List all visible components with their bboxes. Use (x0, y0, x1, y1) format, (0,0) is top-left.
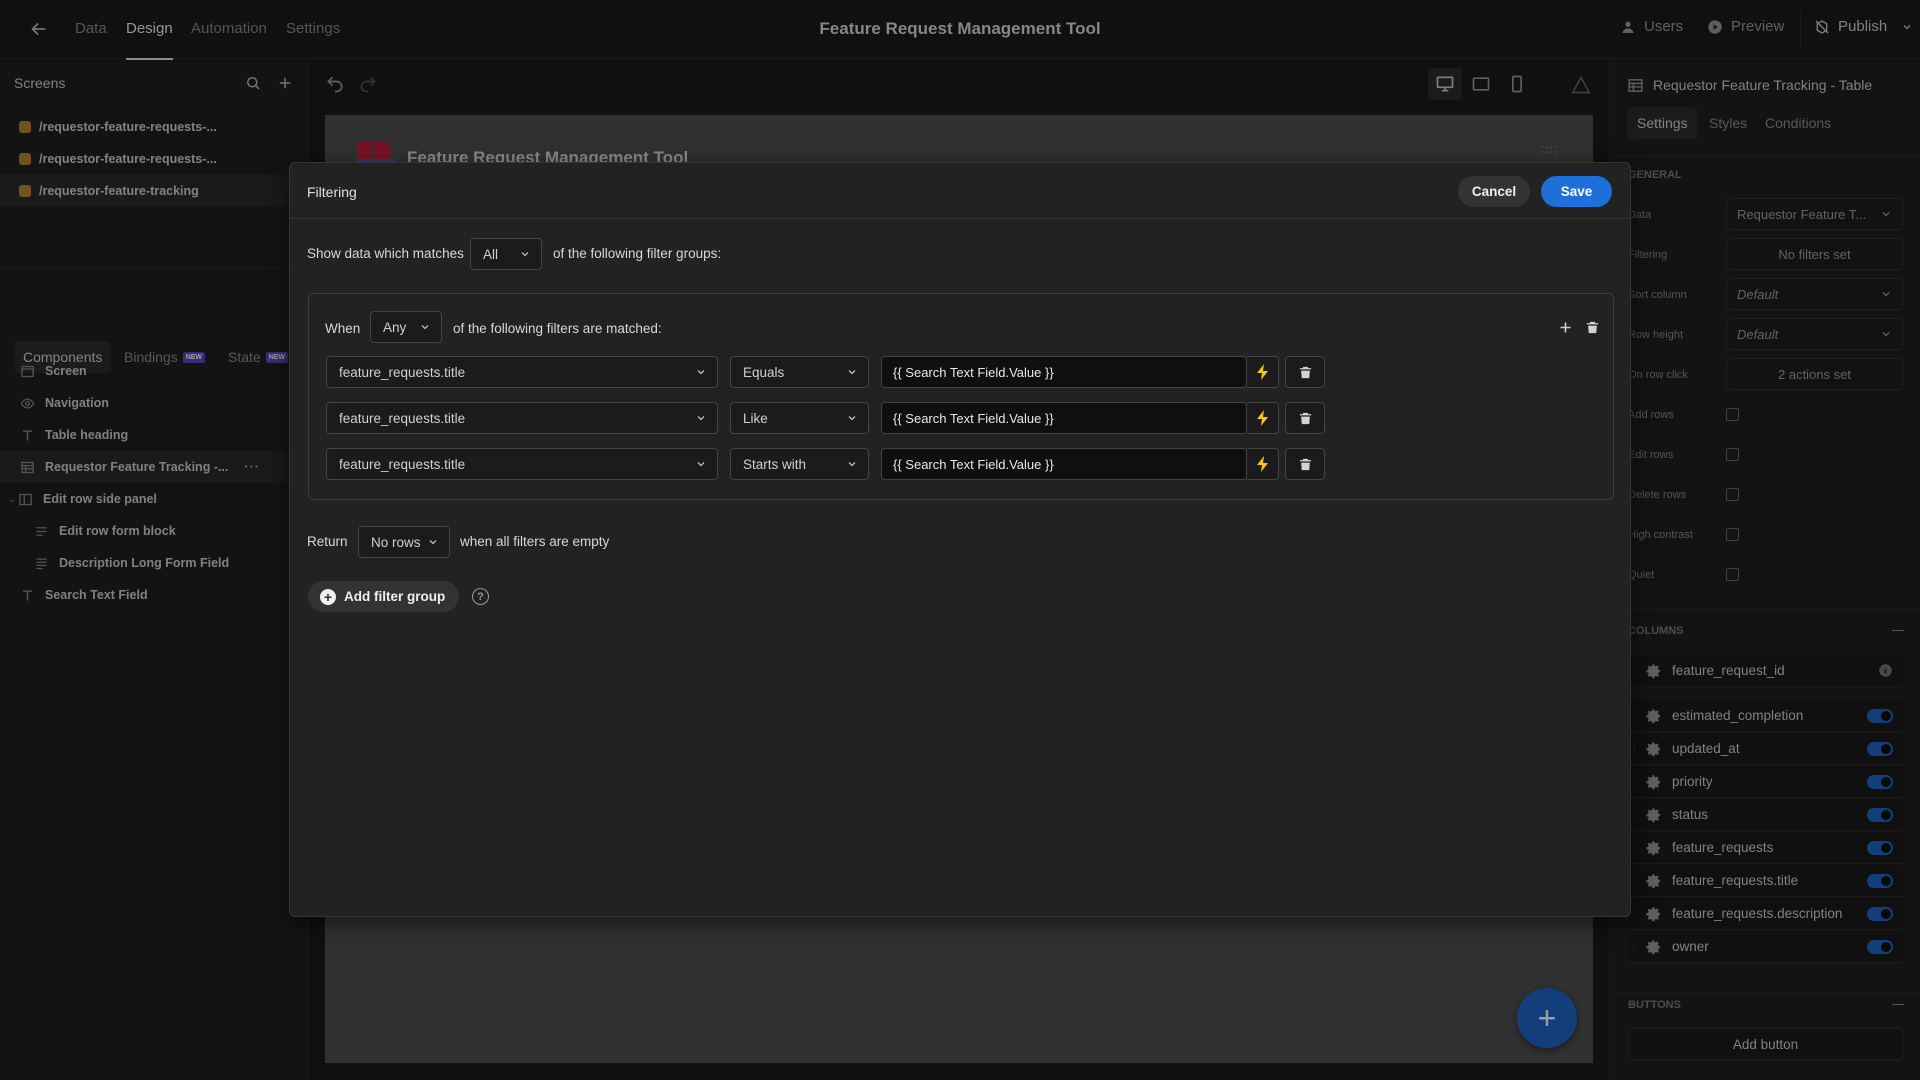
match-mode-value: All (483, 246, 499, 262)
group-mode-value: Any (383, 319, 407, 335)
lightning-icon (1256, 410, 1268, 426)
trash-icon (1299, 458, 1311, 470)
chevron-down-icon (848, 462, 856, 467)
filter-operator-select[interactable]: Starts with (730, 448, 869, 480)
filter-field-select[interactable]: feature_requests.title (326, 402, 718, 434)
filter-field-value: feature_requests.title (339, 364, 466, 380)
save-button[interactable]: Save (1541, 176, 1612, 207)
chevron-down-icon (848, 416, 856, 421)
match-mode-select[interactable]: All (470, 238, 542, 270)
delete-group-icon[interactable] (1583, 318, 1601, 336)
group-mode-select[interactable]: Any (370, 311, 442, 343)
return-label: Return (307, 534, 348, 549)
binding-button[interactable] (1247, 448, 1279, 480)
filter-operator-value: Equals (743, 364, 785, 380)
chevron-down-icon (697, 462, 705, 467)
filter-value-text: {{ Search Text Field.Value }} (893, 364, 1054, 380)
chevron-down-icon (697, 416, 705, 421)
lightning-icon (1256, 364, 1268, 380)
filter-value-input[interactable]: {{ Search Text Field.Value }} (881, 448, 1247, 480)
add-filter-group-button[interactable]: + Add filter group (308, 581, 460, 612)
chevron-down-icon (848, 370, 856, 375)
filter-operator-value: Like (743, 410, 768, 426)
filtering-modal: Filtering Cancel Save Show data which ma… (289, 162, 1631, 917)
delete-filter-button[interactable] (1285, 356, 1325, 388)
filter-operator-select[interactable]: Equals (730, 356, 869, 388)
chevron-down-icon (697, 370, 705, 375)
add-filter-group-label: Add filter group (344, 589, 446, 604)
chevron-down-icon (421, 325, 429, 330)
binding-button[interactable] (1247, 356, 1279, 388)
lightning-icon (1256, 456, 1268, 472)
modal-title: Filtering (307, 184, 357, 200)
filter-value-text: {{ Search Text Field.Value }} (893, 456, 1054, 472)
return-value: No rows (371, 534, 421, 550)
filter-operator-value: Starts with (743, 456, 807, 472)
return-suffix-text: when all filters are empty (460, 534, 610, 549)
filter-field-select[interactable]: feature_requests.title (326, 356, 718, 388)
help-icon[interactable]: ? (472, 588, 489, 605)
show-prefix-text: Show data which matches (307, 246, 464, 261)
filter-value-text: {{ Search Text Field.Value }} (893, 410, 1054, 426)
filter-field-value: feature_requests.title (339, 456, 466, 472)
chevron-down-icon (521, 252, 529, 257)
filter-field-value: feature_requests.title (339, 410, 466, 426)
chevron-down-icon (429, 540, 437, 545)
filter-group: When Any of the following filters are ma… (308, 293, 1614, 500)
delete-filter-button[interactable] (1285, 448, 1325, 480)
filter-value-input[interactable]: {{ Search Text Field.Value }} (881, 402, 1247, 434)
trash-icon (1299, 412, 1311, 424)
return-select[interactable]: No rows (358, 526, 450, 558)
add-filter-icon[interactable] (1556, 318, 1574, 336)
trash-icon (1299, 366, 1311, 378)
filter-value-input[interactable]: {{ Search Text Field.Value }} (881, 356, 1247, 388)
show-suffix-text: of the following filter groups: (553, 246, 722, 261)
filter-field-select[interactable]: feature_requests.title (326, 448, 718, 480)
modal-header: Filtering Cancel Save (290, 163, 1630, 219)
matched-text: of the following filters are matched: (453, 321, 662, 336)
delete-filter-button[interactable] (1285, 402, 1325, 434)
when-label: When (325, 321, 361, 336)
filter-operator-select[interactable]: Like (730, 402, 869, 434)
cancel-button[interactable]: Cancel (1458, 176, 1530, 207)
plus-circle-icon: + (320, 588, 336, 605)
binding-button[interactable] (1247, 402, 1279, 434)
